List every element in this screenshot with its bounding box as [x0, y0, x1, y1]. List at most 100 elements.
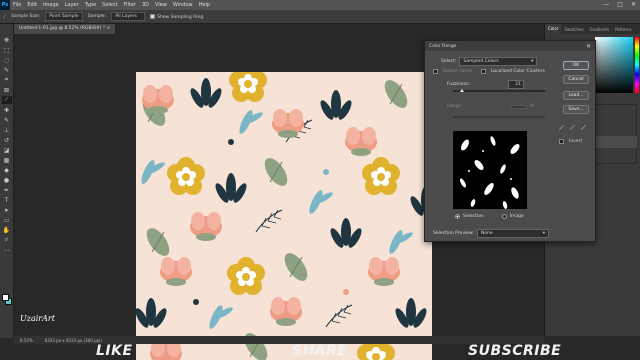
- menu-filter[interactable]: Filter: [121, 2, 139, 8]
- sample-select[interactable]: All Layers: [111, 12, 146, 21]
- selection-radio-label: Selection: [463, 214, 484, 219]
- invert-checkbox[interactable]: [559, 139, 564, 144]
- sample-size-select[interactable]: Point Sample: [45, 12, 83, 21]
- gradient-tool-icon[interactable]: ▦: [2, 156, 12, 164]
- image-radio-label: Image: [509, 214, 524, 219]
- load-button[interactable]: Load...: [563, 91, 589, 100]
- save-button[interactable]: Save...: [563, 105, 589, 114]
- zoom-tool-icon[interactable]: ⌕: [2, 236, 12, 244]
- crop-tool-icon[interactable]: ⌗: [2, 76, 12, 84]
- ok-button[interactable]: OK: [563, 61, 589, 70]
- quick-select-tool-icon[interactable]: ✎: [2, 66, 12, 74]
- eyedropper-tool-icon[interactable]: ⟋: [3, 14, 6, 20]
- menu-help[interactable]: Help: [196, 2, 213, 8]
- dialog-close-icon[interactable]: ✕: [586, 43, 591, 50]
- pattern-canvas[interactable]: [136, 72, 432, 360]
- color-picker-field[interactable]: [595, 37, 633, 93]
- view-mode-row: Selection Image: [455, 214, 524, 219]
- selection-preview-image: [453, 131, 527, 209]
- eyedropper-group: ⟋ ⟋ ⟋: [559, 124, 586, 133]
- menu-select[interactable]: Select: [99, 2, 120, 8]
- stamp-tool-icon[interactable]: ⊥: [2, 126, 12, 134]
- selection-preview-dropdown[interactable]: None ▾: [476, 229, 549, 238]
- frame-tool-icon[interactable]: ⊠: [2, 86, 12, 94]
- fuzziness-input[interactable]: 21: [508, 80, 524, 89]
- fuzziness-row: Fuzziness: 21: [447, 80, 524, 89]
- menu-image[interactable]: Image: [40, 2, 62, 8]
- localized-row: Localized Color Clusters: [481, 69, 545, 74]
- show-sampling-ring-option[interactable]: Show Sampling Ring: [150, 13, 204, 20]
- menu-view[interactable]: View: [152, 2, 170, 8]
- dialog-title: Color Range: [429, 43, 457, 49]
- type-tool-icon[interactable]: T: [2, 196, 12, 204]
- move-tool-icon[interactable]: ✥: [2, 36, 12, 44]
- range-label: Range:: [447, 104, 463, 109]
- detect-faces-checkbox: [433, 69, 438, 74]
- document-tab[interactable]: Untitled-1-01.jpg @ 8.52% (RGB/8#) * ×: [14, 24, 117, 34]
- hand-tool-icon[interactable]: ✋: [2, 226, 12, 234]
- invert-row: Invert: [559, 139, 582, 144]
- path-select-icon[interactable]: ➤: [2, 206, 12, 214]
- chevron-down-icon: ▾: [531, 59, 534, 64]
- localized-clusters-checkbox[interactable]: [481, 69, 486, 74]
- menu-window[interactable]: Window: [170, 2, 196, 8]
- chevron-down-icon: ▾: [542, 231, 545, 236]
- eraser-tool-icon[interactable]: ◪: [2, 146, 12, 154]
- history-brush-icon[interactable]: ↺: [2, 136, 12, 144]
- sample-label: Sample:: [87, 14, 107, 19]
- eyedropper-add-icon[interactable]: ⟋: [570, 124, 575, 133]
- close-document-icon[interactable]: ×: [107, 26, 111, 31]
- floral-pattern-artwork: [136, 72, 432, 360]
- select-row: Select: Sampled Colors ▾: [441, 57, 538, 66]
- menu-3d[interactable]: 3D: [139, 2, 152, 8]
- brush-tool-icon[interactable]: ✎: [2, 116, 12, 124]
- hue-slider[interactable]: [635, 37, 639, 93]
- menu-file[interactable]: File: [10, 2, 24, 8]
- range-input: [510, 104, 527, 109]
- menu-type[interactable]: Type: [82, 2, 99, 8]
- tab-gradients[interactable]: Gradients: [587, 27, 613, 32]
- fuzziness-slider[interactable]: [453, 89, 545, 92]
- eyedropper-icon[interactable]: ⟋: [1, 96, 12, 104]
- lasso-tool-icon[interactable]: ◌: [2, 56, 12, 64]
- document-title: Untitled-1-01.jpg @ 8.52% (RGB/8#) *: [19, 26, 106, 31]
- cancel-button[interactable]: Cancel: [563, 75, 589, 84]
- selection-preview-label: Selection Preview:: [433, 231, 474, 236]
- close-window-button[interactable]: ✕: [631, 1, 636, 8]
- range-row: Range: %: [447, 104, 534, 109]
- tab-color[interactable]: Color: [545, 24, 562, 34]
- marquee-tool-icon[interactable]: ⬚: [2, 46, 12, 54]
- color-swatches[interactable]: [2, 294, 12, 306]
- show-ring-checkbox[interactable]: [150, 13, 156, 19]
- pen-tool-icon[interactable]: ✒: [2, 186, 12, 194]
- menu-layer[interactable]: Layer: [62, 2, 82, 8]
- tab-patterns[interactable]: Patterns: [612, 27, 634, 32]
- color-range-dialog: Color Range ✕ Select: Sampled Colors ▾ D…: [424, 40, 596, 242]
- more-tools-icon[interactable]: ⋯: [2, 246, 12, 254]
- foreground-color-swatch[interactable]: [2, 294, 9, 301]
- eyedropper-subtract-icon[interactable]: ⟋: [581, 124, 586, 133]
- selection-radio[interactable]: [455, 214, 460, 219]
- maximize-button[interactable]: □: [617, 1, 623, 8]
- tab-swatches[interactable]: Swatches: [561, 27, 586, 32]
- select-dropdown[interactable]: Sampled Colors ▾: [459, 57, 538, 66]
- rectangle-tool-icon[interactable]: ▭: [2, 216, 12, 224]
- show-ring-label: Show Sampling Ring: [157, 14, 204, 20]
- healing-brush-icon[interactable]: ✚: [2, 106, 12, 114]
- eyedropper-icon[interactable]: ⟋: [559, 124, 564, 133]
- dialog-title-bar[interactable]: Color Range ✕: [425, 41, 595, 51]
- detect-faces-label: Detect Faces: [443, 69, 472, 74]
- artist-signature: UzairArt: [20, 314, 55, 323]
- selection-preview-value: None: [480, 231, 493, 236]
- tools-panel: ✥ ⬚ ◌ ✎ ⌗ ⊠ ⟋ ✚ ✎ ⊥ ↺ ◪ ▦ ◆ ● ✒ T ➤ ▭ ✋ …: [0, 24, 14, 338]
- photoshop-window: Ps File Edit Image Layer Type Select Fil…: [0, 0, 640, 360]
- social-overlay: LIKE SHARE SUBSCRIBE: [0, 342, 640, 360]
- fuzziness-slider-handle[interactable]: [460, 89, 465, 92]
- range-slider: [453, 116, 545, 118]
- image-radio[interactable]: [501, 214, 507, 219]
- selection-preview-row: Selection Preview: None ▾: [433, 229, 549, 238]
- blur-tool-icon[interactable]: ◆: [2, 166, 12, 174]
- minimize-button[interactable]: —: [603, 1, 609, 8]
- menu-edit[interactable]: Edit: [24, 2, 40, 8]
- dodge-tool-icon[interactable]: ●: [2, 176, 12, 184]
